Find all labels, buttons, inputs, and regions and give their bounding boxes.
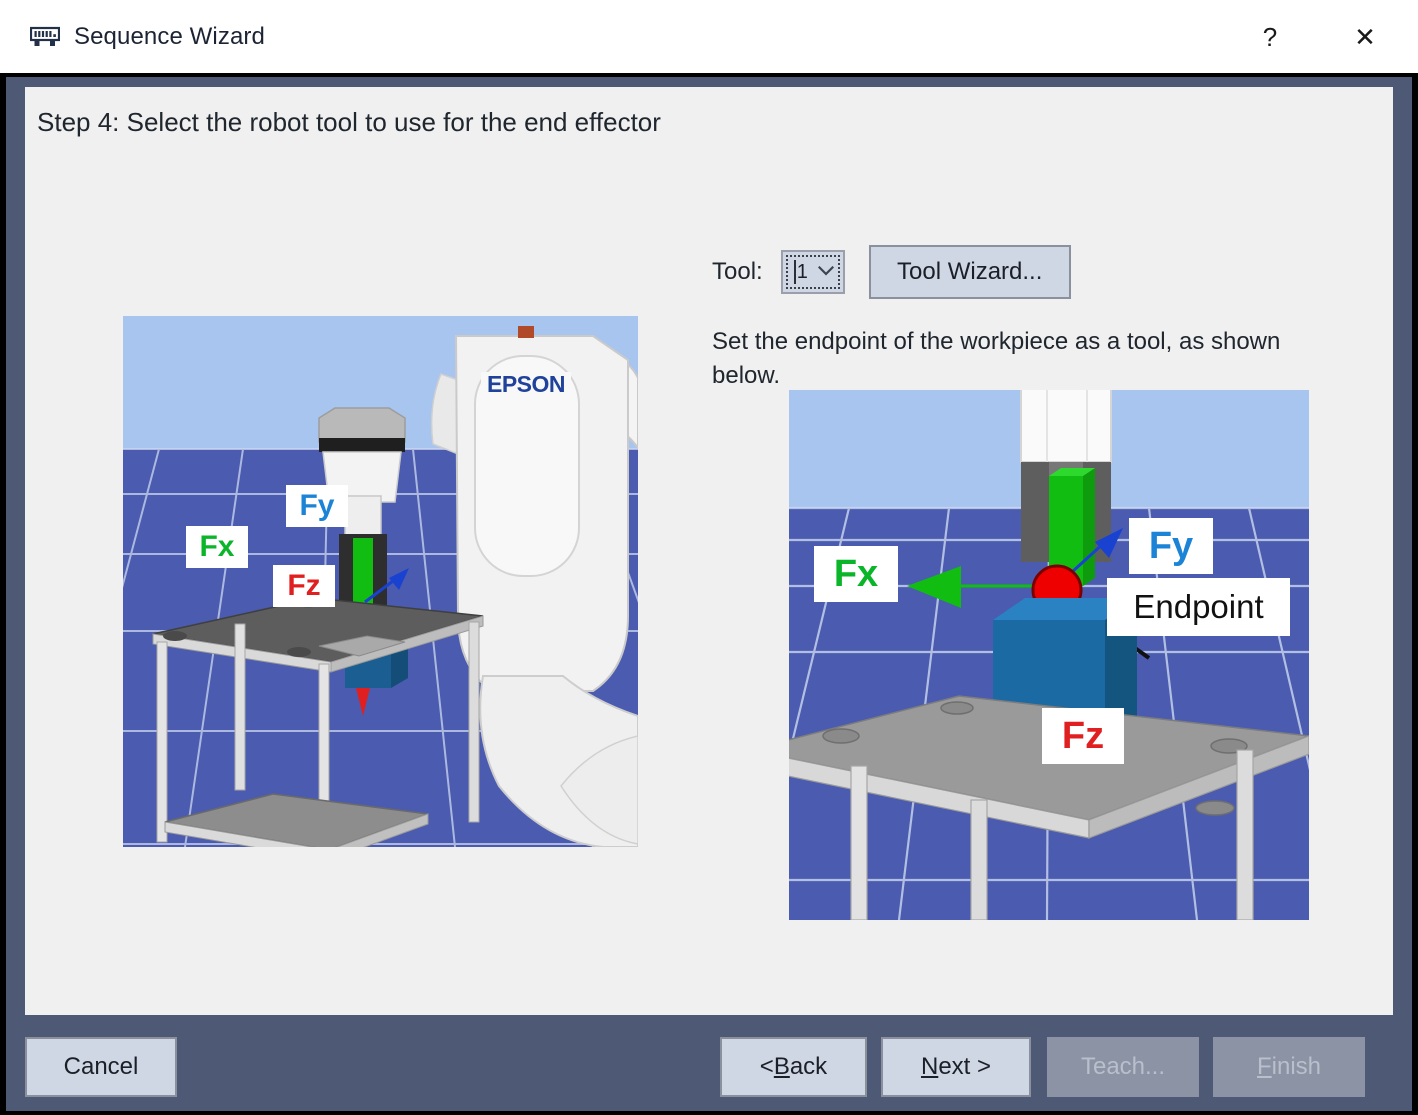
back-button-accel: B xyxy=(774,1053,790,1081)
callout-fz-right-text: Fz xyxy=(1062,715,1104,758)
cancel-button[interactable]: Cancel xyxy=(25,1037,177,1097)
help-icon: ? xyxy=(1263,24,1277,50)
callout-fx-left-text: Fx xyxy=(199,530,234,564)
title-bar: Sequence Wizard ? ✕ xyxy=(0,0,1418,73)
callout-fy-right: Fy xyxy=(1129,518,1213,574)
callout-fy-left: Fy xyxy=(286,485,348,527)
callout-fx-right-text: Fx xyxy=(834,553,878,596)
callout-fz-left: Fz xyxy=(273,565,335,607)
back-button-prefix: < xyxy=(760,1053,774,1081)
back-button[interactable]: < Back xyxy=(720,1037,867,1097)
back-button-rest: ack xyxy=(790,1053,827,1081)
tool-select[interactable]: 1 xyxy=(781,250,845,294)
endpoint-closeup-image: Fy Fx Endpoint Fz xyxy=(789,390,1309,920)
teach-button-label: Teach... xyxy=(1081,1053,1165,1081)
callout-fz-left-text: Fz xyxy=(287,569,320,603)
callout-fy-right-text: Fy xyxy=(1149,525,1193,568)
tool-description: Set the endpoint of the workpiece as a t… xyxy=(712,325,1332,393)
cancel-button-label: Cancel xyxy=(64,1053,139,1081)
help-button[interactable]: ? xyxy=(1225,0,1315,73)
callout-fy-left-text: Fy xyxy=(299,489,334,523)
close-button[interactable]: ✕ xyxy=(1320,0,1410,73)
window-title: Sequence Wizard xyxy=(74,23,265,51)
finish-button: Finish xyxy=(1213,1037,1365,1097)
svg-text:EPSON: EPSON xyxy=(487,371,565,397)
next-button-accel: N xyxy=(921,1053,938,1081)
window-frame-inner: Step 4: Select the robot tool to use for… xyxy=(6,77,1412,1111)
tool-label: Tool: xyxy=(712,258,763,286)
memory-module-icon xyxy=(30,26,60,48)
step-title: Step 4: Select the robot tool to use for… xyxy=(37,107,661,138)
finish-button-rest: inish xyxy=(1272,1053,1321,1081)
robot-arm-overview-image: EPSON xyxy=(123,316,638,847)
wizard-content-panel: Step 4: Select the robot tool to use for… xyxy=(25,87,1393,1015)
finish-button-accel: F xyxy=(1257,1053,1272,1081)
close-icon: ✕ xyxy=(1354,24,1376,50)
next-button-rest: ext > xyxy=(938,1053,991,1081)
callout-endpoint-right: Endpoint xyxy=(1107,578,1290,636)
title-bar-left: Sequence Wizard xyxy=(30,0,265,73)
tool-select-value: 1 xyxy=(794,260,808,284)
tool-wizard-button[interactable]: Tool Wizard... xyxy=(869,245,1071,299)
tool-row: Tool: 1 Tool Wizard... xyxy=(712,245,1071,299)
next-button[interactable]: Next > xyxy=(881,1037,1031,1097)
sequence-wizard-window: Sequence Wizard ? ✕ Step 4: Select the r… xyxy=(0,0,1418,1115)
teach-button: Teach... xyxy=(1047,1037,1199,1097)
callout-fx-right: Fx xyxy=(814,546,898,602)
callout-endpoint-text: Endpoint xyxy=(1133,588,1263,626)
callout-fz-right: Fz xyxy=(1042,708,1124,764)
window-frame-outer: Step 4: Select the robot tool to use for… xyxy=(0,73,1418,1115)
callout-fx-left: Fx xyxy=(186,526,248,568)
chevron-down-icon xyxy=(818,266,834,276)
